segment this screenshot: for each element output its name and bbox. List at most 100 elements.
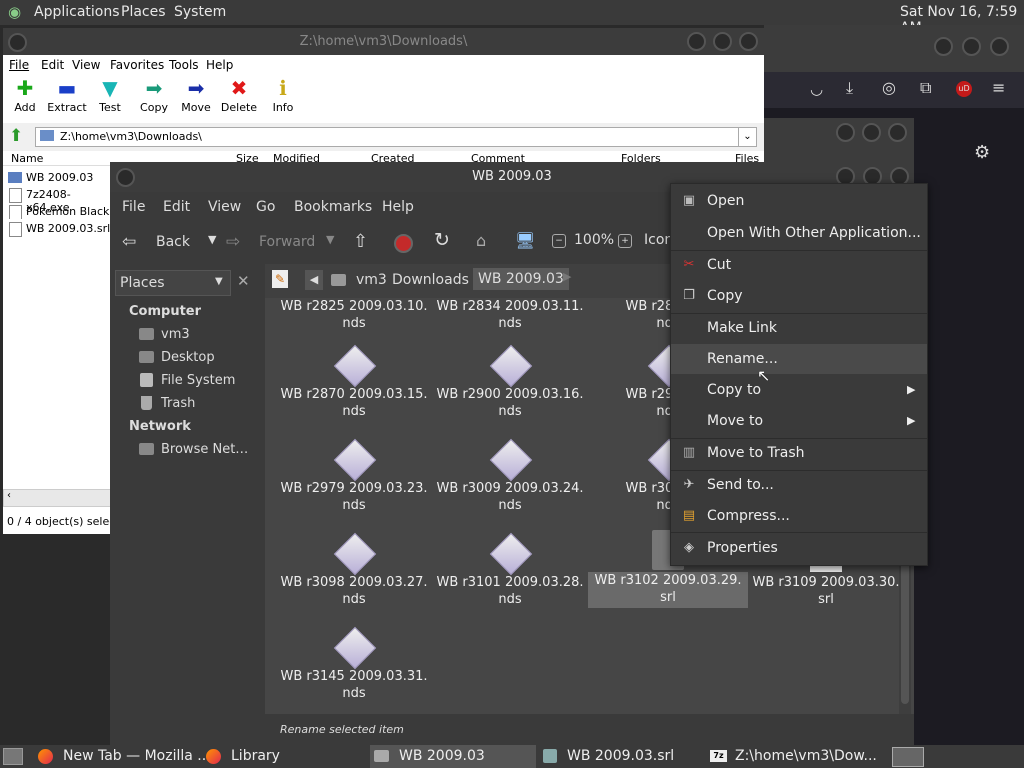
back-dropdown-icon[interactable]: ▼: [208, 233, 216, 246]
7zip-add-button[interactable]: ✚ Add: [3, 75, 47, 114]
path-downloads-button[interactable]: Downloads: [392, 272, 469, 288]
7zip-horizontal-scrollbar[interactable]: ‹: [3, 489, 112, 507]
7zip-delete-button[interactable]: ✖ Delete: [217, 75, 261, 114]
computer-icon[interactable]: 🖥: [515, 231, 535, 250]
zoom-level[interactable]: 100%: [574, 232, 614, 248]
file-item[interactable]: WB r3101 2009.03.28. nds: [435, 532, 585, 608]
bg-close-button[interactable]: [888, 123, 907, 142]
workspace-switcher[interactable]: [892, 747, 924, 767]
7zip-close-button[interactable]: [739, 32, 758, 51]
download-icon[interactable]: ⤓: [846, 78, 853, 98]
7zip-test-button[interactable]: ▼ Test: [88, 75, 132, 114]
file-item[interactable]: WB r3145 2009.03.31. nds: [279, 626, 429, 702]
menu-item-move-to[interactable]: Move to ▶: [671, 406, 927, 436]
sidebar-item-trash[interactable]: Trash: [139, 395, 259, 415]
7zip-info-button[interactable]: ℹ Info: [261, 75, 305, 114]
menu-item-open-with[interactable]: Open With Other Application...: [671, 218, 927, 248]
settings-gear-icon[interactable]: ⚙: [974, 142, 990, 163]
file-item[interactable]: WB r3098 2009.03.27. nds: [279, 532, 429, 608]
file-item[interactable]: WB r3009 2009.03.24. nds: [435, 438, 585, 514]
hamburger-menu-icon[interactable]: ≡: [992, 78, 1005, 97]
taskbar-item-nautilus[interactable]: WB 2009.03: [370, 745, 536, 768]
7zip-window-menu-button[interactable]: [8, 33, 27, 52]
path-left-icon[interactable]: ◀: [305, 270, 323, 290]
nautilus-menu-edit[interactable]: Edit: [163, 199, 190, 215]
nautilus-window-menu-button[interactable]: [116, 168, 135, 187]
menu-item-open[interactable]: ▣ Open: [671, 186, 927, 216]
taskbar-item-library[interactable]: Library: [206, 745, 366, 768]
up-folder-icon[interactable]: ⬆: [9, 126, 23, 146]
sidebar-item-desktop[interactable]: Desktop: [139, 349, 259, 369]
show-desktop-icon[interactable]: [3, 748, 23, 765]
7zip-menu-view[interactable]: View: [72, 58, 100, 72]
chevron-down-icon[interactable]: ⌄: [738, 128, 756, 146]
view-mode-select[interactable]: Icon: [644, 232, 673, 248]
sidebar-item-file-system[interactable]: File System: [139, 372, 259, 392]
menu-item-compress[interactable]: ▤ Compress...: [671, 501, 927, 531]
zoom-out-icon[interactable]: −: [552, 234, 566, 248]
account-icon[interactable]: ◎: [882, 78, 896, 97]
7zip-menu-favorites[interactable]: Favorites: [110, 58, 164, 72]
taskbar-item-srl[interactable]: WB 2009.03.srl: [542, 745, 702, 768]
distro-logo-icon[interactable]: ◉: [8, 3, 21, 21]
firefox-maximize-button[interactable]: [962, 37, 981, 56]
menu-item-move-to-trash[interactable]: ▥ Move to Trash: [671, 438, 927, 468]
pocket-icon[interactable]: ◡: [810, 80, 823, 98]
file-item[interactable]: WB r2825 2009.03.10. nds: [279, 298, 429, 332]
menu-item-make-link[interactable]: Make Link: [671, 313, 927, 343]
path-right-icon[interactable]: ▶: [563, 270, 571, 283]
file-item[interactable]: WB r2979 2009.03.23. nds: [279, 438, 429, 514]
7zip-move-button[interactable]: ➡ Move: [174, 75, 218, 114]
file-item[interactable]: WB r2870 2009.03.15. nds: [279, 344, 429, 420]
file-item[interactable]: WB r2834 2009.03.11. nds: [435, 298, 585, 332]
sidebar-item-browse-network[interactable]: Browse Net…: [139, 441, 263, 461]
firefox-close-button[interactable]: [990, 37, 1009, 56]
taskbar-item-7zip[interactable]: 7z Z:\home\vm3\Dow...: [710, 745, 880, 768]
sidebar-item-vm3[interactable]: vm3: [139, 326, 259, 346]
close-sidebar-icon[interactable]: ✕: [237, 272, 250, 290]
scroll-left-icon[interactable]: ‹: [7, 490, 11, 501]
menu-item-cut[interactable]: ✂ Cut: [671, 250, 927, 280]
taskbar-item-firefox[interactable]: New Tab — Mozilla ...: [38, 745, 211, 768]
firefox-minimize-button[interactable]: [934, 37, 953, 56]
file-item[interactable]: WB r2900 2009.03.16. nds: [435, 344, 585, 420]
menu-places[interactable]: Places: [121, 4, 166, 20]
path-vm3-button[interactable]: vm3: [327, 269, 387, 293]
menu-item-copy[interactable]: ❐ Copy: [671, 281, 927, 311]
table-row[interactable]: Pokemon Black an: [8, 205, 113, 219]
bg-maximize-button[interactable]: [862, 123, 881, 142]
table-row[interactable]: WB 2009.03.srl: [8, 222, 113, 237]
path-current-button[interactable]: WB 2009.03: [473, 268, 569, 290]
ublock-icon[interactable]: uD: [956, 81, 972, 97]
menu-item-properties[interactable]: ◈ Properties: [671, 533, 927, 563]
7zip-path-field[interactable]: Z:\home\vm3\Downloads\ ⌄: [35, 127, 757, 147]
7zip-menu-tools[interactable]: Tools: [169, 58, 199, 72]
7zip-menu-edit[interactable]: Edit: [41, 58, 64, 72]
forward-dropdown-icon[interactable]: ▼: [326, 233, 334, 246]
7zip-menu-file[interactable]: File: [9, 58, 29, 72]
forward-button[interactable]: ⇨ Forward ▼: [226, 232, 336, 254]
table-row[interactable]: 7z2408-x64.exe: [8, 188, 113, 214]
home-icon[interactable]: ⌂: [476, 231, 486, 250]
col-name[interactable]: Name: [11, 152, 43, 165]
bg-minimize-button[interactable]: [836, 123, 855, 142]
reload-icon[interactable]: ↻: [434, 229, 450, 251]
7zip-maximize-button[interactable]: [713, 32, 732, 51]
7zip-menu-help[interactable]: Help: [206, 58, 233, 72]
back-button[interactable]: ⇦ Back ▼: [122, 232, 217, 254]
menu-system[interactable]: System: [174, 4, 226, 20]
7zip-extract-button[interactable]: ▬ Extract: [45, 75, 89, 114]
nautilus-menu-go[interactable]: Go: [256, 199, 275, 215]
nautilus-menu-bookmarks[interactable]: Bookmarks: [294, 199, 372, 215]
zoom-in-icon[interactable]: +: [618, 234, 632, 248]
7zip-minimize-button[interactable]: [687, 32, 706, 51]
nautilus-menu-help[interactable]: Help: [382, 199, 414, 215]
places-select[interactable]: Places ▼: [115, 270, 231, 296]
edit-location-icon[interactable]: ✎: [272, 270, 288, 288]
stop-icon[interactable]: [394, 234, 413, 253]
extensions-icon[interactable]: ⧉: [920, 78, 931, 98]
nautilus-menu-view[interactable]: View: [208, 199, 241, 215]
up-icon[interactable]: ⇧: [353, 231, 368, 252]
menu-applications[interactable]: Applications: [34, 4, 120, 20]
table-row[interactable]: WB 2009.03: [8, 171, 113, 185]
